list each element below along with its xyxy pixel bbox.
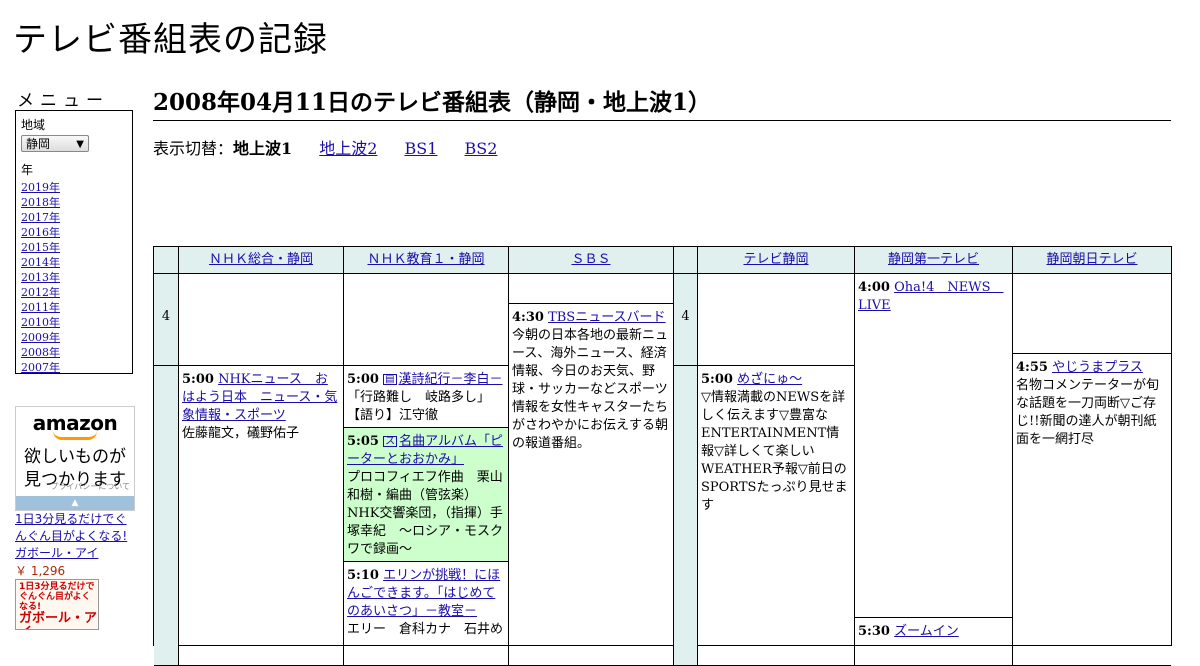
program-cell: 5:00 ▤ 漢詩紀行－李白－ 「行路難し 岐路多し」【語り】江守徹	[344, 366, 509, 428]
switcher-link-bs2[interactable]: BS2	[465, 139, 498, 158]
year-link[interactable]: 2016年	[21, 226, 60, 239]
hour-label: 4	[674, 274, 698, 366]
channel-header: ＳＢＳ	[509, 247, 674, 274]
view-switcher: 表示切替：地上波1 地上波2 BS1 BS2	[153, 135, 519, 159]
ad-message-line: 欲しいものが	[24, 447, 126, 467]
channel-link[interactable]: 静岡朝日テレビ	[1046, 252, 1137, 267]
switcher-link-terrestrial2[interactable]: 地上波2	[319, 139, 377, 158]
channel-link[interactable]: ＮＨＫ総合・静岡	[209, 252, 313, 267]
switcher-label: 表示切替：	[153, 139, 234, 158]
program-cell: 5:00 NHKニュース おはよう日本 ニュース・気象情報・スポーツ 佐藤龍文，…	[179, 366, 344, 666]
header-corner	[674, 247, 698, 274]
program-title-link[interactable]: ズームイン	[894, 624, 959, 639]
channel-header: ＮＨＫ総合・静岡	[179, 247, 344, 274]
program-description: 名物コメンテーターが旬な話題を一刀両断▽ご存じ!!新聞の達人が朝刊紙面を一網打尽	[1016, 378, 1160, 447]
year-link[interactable]: 2013年	[21, 271, 60, 284]
page-heading: 2008年04月11日のテレビ番組表（静岡・地上波1）	[153, 83, 1171, 121]
thumb-title: ガボール・アイ	[19, 611, 98, 630]
hour-label-empty	[154, 366, 179, 666]
year-list: 2019年 2018年 2017年 2016年 2015年 2014年 2013…	[21, 180, 127, 375]
program-slot-empty	[179, 274, 344, 366]
year-link[interactable]: 2012年	[21, 286, 60, 299]
program-grid: ＮＨＫ総合・静岡 ＮＨＫ教育１・静岡 ＳＢＳ テレビ静岡 静岡第一テレビ 静岡朝…	[153, 246, 1172, 666]
year-label: 年	[21, 163, 34, 177]
year-link[interactable]: 2008年	[21, 346, 60, 359]
privacy-note[interactable]: プライバシーについて	[50, 481, 130, 492]
program-slot-empty	[1013, 274, 1171, 354]
program-time: 5:00	[701, 372, 733, 387]
program-cell: 5:10 エリンが挑戦！にほんごできます。「はじめてのあいさつ」－教室－ エリー…	[344, 562, 509, 666]
program-time: 5:10	[347, 568, 379, 583]
program-cell: 5:00 めざにゅ～ ▽情報満載のNEWSを詳しく伝えます▽豊富なENTERTA…	[698, 366, 855, 666]
program-cell: 5:30 ズームイン	[855, 618, 1013, 666]
menu-heading: メニュー	[17, 91, 109, 111]
program-description: 今朝の日本各地の最新ニュース、海外ニュース、経済情報、今日のお天気、野球・サッカ…	[512, 328, 669, 451]
stereo-icon: ス	[383, 436, 398, 447]
region-value: 静岡	[26, 137, 51, 151]
program-description: ▽情報満載のNEWSを詳しく伝えます▽豊富なENTERTAINMENT情報▽詳し…	[701, 390, 848, 513]
program-cell: 4:55 やじうまプラス 名物コメンテーターが旬な話題を一刀両断▽ご存じ!!新聞…	[1013, 354, 1171, 666]
year-link[interactable]: 2018年	[21, 196, 60, 209]
year-link[interactable]: 2014年	[21, 256, 60, 269]
region-label: 地域	[21, 118, 46, 132]
year-link[interactable]: 2019年	[21, 181, 60, 194]
amazon-ad-banner[interactable]: amazon 欲しいものが 見つかります プライバシーについて ▲	[15, 406, 135, 511]
channel-link[interactable]: テレビ静岡	[743, 252, 808, 267]
chevron-down-icon: ▼	[76, 139, 84, 150]
ad-price: ￥ 1,296	[15, 564, 66, 578]
header-corner	[154, 247, 179, 274]
channel-header: 静岡第一テレビ	[855, 247, 1013, 274]
channel-header: 静岡朝日テレビ	[1013, 247, 1171, 274]
hour-label: 4	[154, 274, 179, 366]
ad-product-link[interactable]: 1日3分見るだけでぐんぐん目がよくなる! ガボール・アイ	[15, 511, 137, 562]
program-description: 佐藤龍文，礒野佑子	[182, 426, 300, 441]
program-time: 5:00	[182, 372, 214, 387]
channel-header: テレビ静岡	[698, 247, 855, 274]
thumb-caption: 1日3分見るだけでぐんぐん目がよくなる!	[19, 582, 95, 612]
ad-product-thumbnail[interactable]: 1日3分見るだけでぐんぐん目がよくなる! ガボール・アイ	[15, 579, 99, 630]
program-title-link[interactable]: 漢詩紀行－李白－	[399, 372, 503, 387]
site-title: テレビ番組表の記録	[13, 20, 328, 60]
program-cell: 4:30 TBSニュースバード 今朝の日本各地の最新ニュース、海外ニュース、経済…	[509, 304, 674, 666]
program-slot-empty	[698, 274, 855, 366]
channel-link[interactable]: ＮＨＫ教育１・静岡	[367, 252, 484, 267]
program-title-link[interactable]: めざにゅ～	[737, 372, 802, 387]
program-cell-highlighted: 5:05 ス名曲アルバム「ピーターとおおかみ」 プロコフィエフ作曲 栗山和樹・編…	[344, 428, 509, 562]
channel-link[interactable]: ＳＢＳ	[571, 252, 610, 267]
program-time: 5:30	[858, 624, 890, 639]
menu-box: 地域 静岡 ▼ 年 2019年 2018年 2017年 2016年 2015年 …	[15, 110, 133, 374]
channel-header: ＮＨＫ教育１・静岡	[344, 247, 509, 274]
year-link[interactable]: 2017年	[21, 211, 60, 224]
ad-expand-bar[interactable]: ▲	[16, 496, 134, 510]
switcher-current: 地上波1	[233, 139, 293, 158]
year-link[interactable]: 2007年	[21, 361, 60, 374]
channel-link[interactable]: 静岡第一テレビ	[888, 252, 979, 267]
program-title-link[interactable]: TBSニュースバード	[548, 310, 665, 325]
program-time: 4:30	[512, 310, 544, 325]
program-title-link[interactable]: やじうまプラス	[1052, 360, 1143, 375]
hour-label-empty	[674, 366, 698, 666]
year-link[interactable]: 2011年	[21, 301, 60, 314]
switcher-link-bs1[interactable]: BS1	[405, 139, 438, 158]
amazon-logo: amazon	[32, 411, 118, 435]
data-broadcast-icon: ▤	[383, 374, 397, 385]
year-link[interactable]: 2015年	[21, 241, 60, 254]
program-slot-empty	[344, 274, 509, 366]
program-time: 4:55	[1016, 360, 1048, 375]
program-time: 5:00	[347, 372, 379, 387]
region-select[interactable]: 静岡 ▼	[21, 135, 89, 152]
year-link[interactable]: 2009年	[21, 331, 60, 344]
year-link[interactable]: 2010年	[21, 316, 60, 329]
program-description: プロコフィエフ作曲 栗山和樹・編曲（管弦楽）NHK交響楽団，（指揮）手塚幸紀 ～…	[347, 470, 504, 557]
program-description: 「行路難し 岐路多し」【語り】江守徹	[347, 390, 491, 423]
program-cell: 4:00 Oha!4 NEWS LIVE	[855, 274, 1013, 618]
program-time: 4:00	[858, 280, 890, 295]
program-time: 5:05	[347, 434, 379, 449]
program-slot-empty	[509, 274, 674, 304]
